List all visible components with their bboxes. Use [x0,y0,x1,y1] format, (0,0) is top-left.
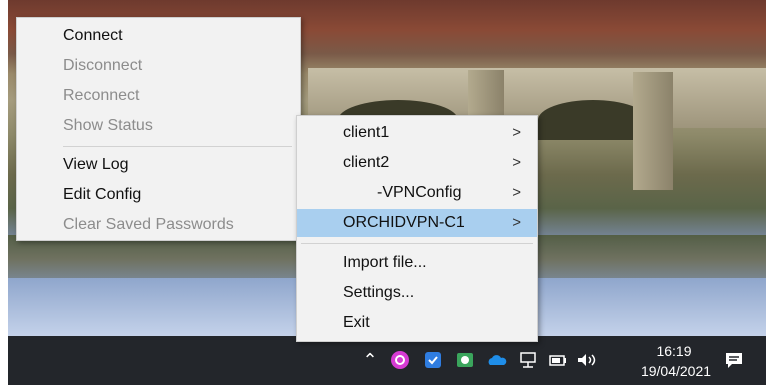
battery-icon[interactable] [548,350,568,370]
volume-icon[interactable] [575,350,596,370]
menu-item-label: client1 [343,124,390,141]
menu-item-show-status[interactable]: Show Status [17,112,300,140]
vpn-config-menu: client1 > client2 > -VPNConfig > ORCHIDV… [296,115,538,342]
menu-item-label: View Log [63,156,129,173]
shield-icon[interactable] [423,350,443,370]
action-center-icon[interactable] [724,350,744,370]
menu-item-label: Import file... [343,254,427,271]
bridge-pillar [633,72,673,190]
openvpn-icon[interactable] [390,350,410,370]
submenu-arrow-icon: > [512,184,521,201]
menu-item-label: -VPNConfig [377,184,462,201]
menu-item-edit-config[interactable]: Edit Config [17,181,300,209]
menu-item-label: Reconnect [63,87,140,104]
menu-item-label: Settings... [343,284,415,301]
menu-item-label: Edit Config [63,186,142,203]
menu-item-label: Show Status [63,117,153,134]
menu-item-clear-saved-passwords[interactable]: Clear Saved Passwords [17,211,300,239]
clock-time[interactable]: 16:19 [644,343,704,359]
menu-item-import-file[interactable]: Import file... [297,249,537,277]
menu-item-label: Connect [63,27,123,44]
submenu-arrow-icon: > [512,214,521,231]
menu-separator [63,146,292,147]
menu-item-label: Disconnect [63,57,143,74]
menu-item-view-log[interactable]: View Log [17,151,300,179]
menu-separator [301,243,533,244]
network-app-icon[interactable] [455,350,475,370]
bridge-arch [538,100,648,140]
menu-item-exit[interactable]: Exit [297,309,537,337]
menu-item-client1[interactable]: client1 > [297,119,537,147]
menu-item-vpnconfig[interactable]: -VPNConfig > [297,179,537,207]
connection-context-menu: Connect Disconnect Reconnect Show Status… [16,17,301,241]
menu-item-disconnect[interactable]: Disconnect [17,52,300,80]
clock-date[interactable]: 19/04/2021 [626,363,726,379]
menu-item-settings[interactable]: Settings... [297,279,537,307]
menu-item-label: client2 [343,154,390,171]
menu-item-orchidvpn-c1[interactable]: ORCHIDVPN-C1 > [297,209,537,237]
menu-item-label: Clear Saved Passwords [63,216,234,233]
taskbar: ⌃ 16:19 19/04/2021 [8,336,766,385]
menu-item-reconnect[interactable]: Reconnect [17,82,300,110]
submenu-arrow-icon: > [512,154,521,171]
onedrive-cloud-icon[interactable] [486,350,507,370]
network-icon[interactable] [518,350,538,370]
menu-item-client2[interactable]: client2 > [297,149,537,177]
menu-item-connect[interactable]: Connect [17,22,300,50]
submenu-arrow-icon: > [512,124,521,141]
chevron-up-icon[interactable]: ⌃ [360,350,380,370]
menu-item-label: Exit [343,314,370,331]
menu-item-label: ORCHIDVPN-C1 [343,214,465,231]
